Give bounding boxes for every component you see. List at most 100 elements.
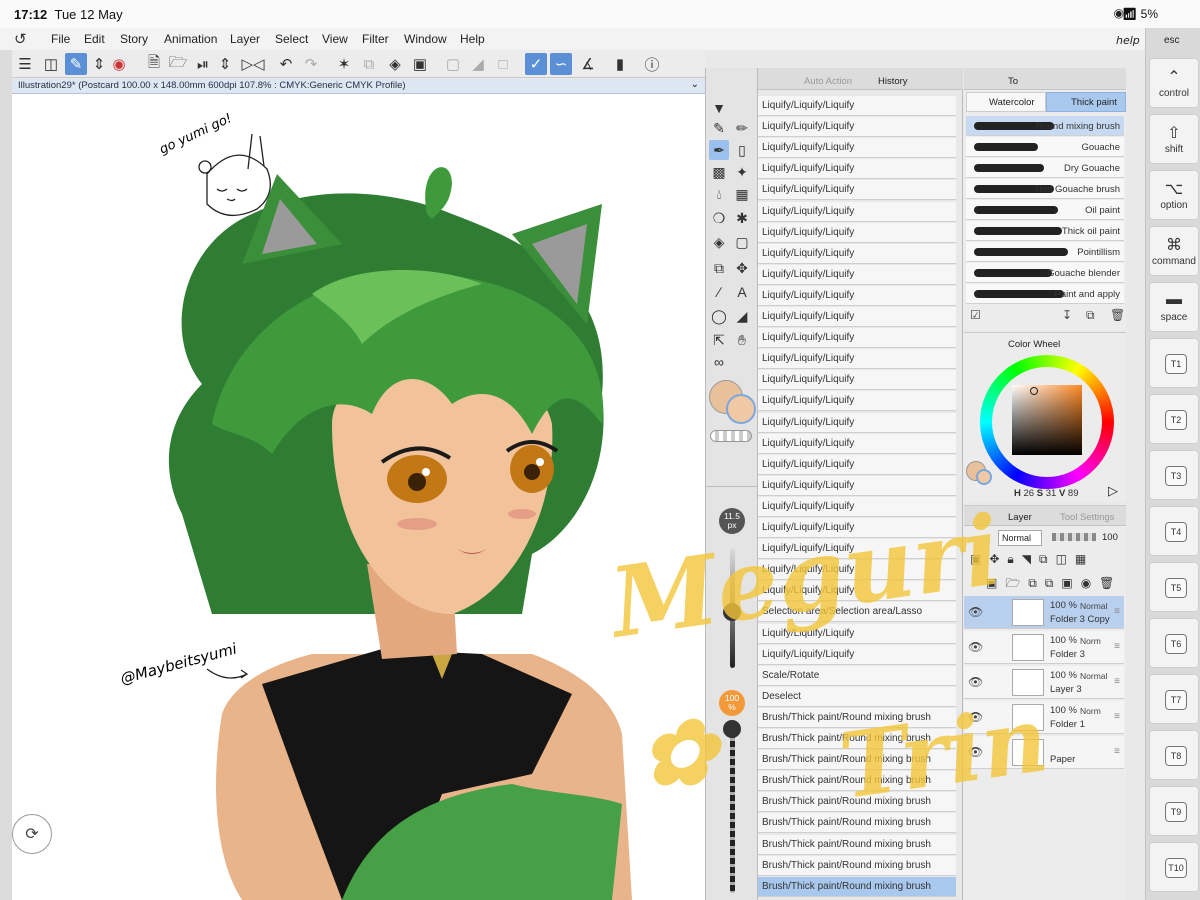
hand-tool-icon[interactable]: ✋︎ <box>732 330 752 350</box>
save-icon[interactable]: ⏯ <box>192 53 214 75</box>
history-item[interactable]: Liquify/Liquify/Liquify <box>758 307 956 327</box>
menu-story[interactable]: Story <box>120 32 148 46</box>
tab-tool[interactable]: To <box>1008 76 1018 87</box>
t-key[interactable]: T8 <box>1149 730 1199 780</box>
open-folder-icon[interactable]: 🗁︎ <box>167 53 189 75</box>
vector-icon[interactable]: ∡ <box>577 53 599 75</box>
gradient-tool-icon[interactable]: ▢ <box>732 232 752 252</box>
trash-icon[interactable]: 🗑︎ <box>1110 308 1125 322</box>
t-key[interactable]: T1 <box>1149 338 1199 388</box>
history-item[interactable]: Liquify/Liquify/Liquify <box>758 370 956 391</box>
fit-canvas-icon[interactable]: ◫ <box>40 53 62 75</box>
tab-tool-settings[interactable]: Tool Settings <box>1060 512 1114 523</box>
tab-layer[interactable]: Layer <box>1008 512 1032 523</box>
record-icon[interactable]: ◉ <box>108 53 130 75</box>
device-icon[interactable]: ▮ <box>609 53 631 75</box>
history-item[interactable]: Liquify/Liquify/Liquify <box>758 243 956 264</box>
t-key[interactable]: T5 <box>1149 562 1199 612</box>
sv-square[interactable] <box>1012 385 1082 455</box>
history-item[interactable]: Liquify/Liquify/Liquify <box>758 180 956 201</box>
play-icon[interactable]: ▷ <box>1108 483 1118 499</box>
history-item[interactable]: Brush/Thick paint/Round mixing brush <box>758 834 956 855</box>
fill-icon[interactable]: ◈ <box>384 53 406 75</box>
pencil-tool-icon[interactable]: ✏ <box>732 118 752 138</box>
stabilizer-icon[interactable]: ∽ <box>550 53 572 75</box>
history-item[interactable]: Liquify/Liquify/Liquify <box>758 475 956 496</box>
menu-edit[interactable]: Edit <box>84 32 105 46</box>
history-item[interactable]: Liquify/Liquify/Liquify <box>758 264 956 285</box>
menu-view[interactable]: View <box>322 32 348 46</box>
ruler-tool-icon[interactable]: ◢ <box>732 306 752 326</box>
brush-item[interactable]: Dry Gouache <box>966 158 1124 178</box>
text-tool-icon[interactable]: A <box>732 282 752 302</box>
brush-item[interactable]: Gouache blender <box>966 263 1124 283</box>
command-key[interactable]: ⌘ command <box>1149 226 1199 276</box>
blend-tool-icon[interactable]: 💧︎ <box>709 184 729 204</box>
history-item[interactable]: Liquify/Liquify/Liquify <box>758 328 956 349</box>
sparkle-tool-icon[interactable]: ✦ <box>732 162 752 182</box>
balloon-tool-icon[interactable]: ◯ <box>709 306 729 326</box>
checkbox-icon[interactable]: ☑ <box>970 308 981 322</box>
duplicate-icon[interactable]: ⧉ <box>1086 308 1095 323</box>
sub-color-swatch[interactable] <box>726 394 756 424</box>
brush-item[interactable]: Paint and apply <box>966 284 1124 304</box>
drag-handle-icon[interactable]: ≡ <box>1114 746 1120 757</box>
drawing-canvas[interactable]: go yumi go! @Maybeitsyumi ⟳ <box>12 94 705 900</box>
hamburger-menu-icon[interactable]: ☰ <box>14 53 36 75</box>
history-item[interactable]: Brush/Thick paint/Round mixing brush <box>758 876 956 897</box>
brush-item[interactable]: Pointillism <box>966 242 1124 262</box>
history-item[interactable]: Liquify/Liquify/Liquify <box>758 285 956 306</box>
history-item[interactable]: Liquify/Liquify/Liquify <box>758 349 956 370</box>
menu-select[interactable]: Select <box>275 32 308 46</box>
canvas-tab-title[interactable]: Illustration29* (Postcard 100.00 x 148.0… <box>18 80 406 91</box>
move-tool-icon[interactable]: ✥ <box>732 258 752 278</box>
menu-animation[interactable]: Animation <box>164 32 217 46</box>
history-item[interactable]: Liquify/Liquify/Liquify <box>758 412 956 433</box>
operation-tool-icon[interactable]: ⇱ <box>709 330 729 350</box>
history-item[interactable]: Liquify/Liquify/Liquify <box>758 117 956 138</box>
transform-icon[interactable]: ▣ <box>409 53 431 75</box>
drag-handle-icon[interactable]: ≡ <box>1114 606 1120 617</box>
grid-tool-icon[interactable]: ▦ <box>732 184 752 204</box>
brush-item[interactable]: Oil paint <box>966 200 1124 220</box>
menu-file[interactable]: File <box>51 32 70 46</box>
menu-window[interactable]: Window <box>404 32 447 46</box>
brush-item[interactable]: Gouache <box>966 137 1124 157</box>
drag-handle-icon[interactable]: ≡ <box>1114 711 1120 722</box>
blend-mode-select[interactable]: Normal <box>998 530 1042 546</box>
menu-filter[interactable]: Filter <box>362 32 389 46</box>
t-key[interactable]: T7 <box>1149 674 1199 724</box>
history-item[interactable]: Liquify/Liquify/Liquify <box>758 138 956 159</box>
help-icon[interactable]: ⓘ <box>641 53 663 75</box>
eye-icon[interactable]: 👁︎ <box>968 640 983 654</box>
tab-auto-action[interactable]: Auto Action <box>804 76 852 87</box>
group-watercolor[interactable]: Watercolor <box>966 92 1046 112</box>
flip-icon[interactable]: ▷◁ <box>241 53 264 75</box>
copy-icon[interactable]: ⧉ <box>358 53 380 75</box>
history-item[interactable]: Scale/Rotate <box>758 665 956 686</box>
help-label[interactable]: help <box>1116 34 1140 47</box>
decoration-tool-icon[interactable]: ▩ <box>709 162 729 182</box>
undo-icon[interactable]: ↶ <box>275 53 297 75</box>
t-key[interactable]: T9 <box>1149 786 1199 836</box>
invert-selection-icon[interactable]: □ <box>492 53 514 75</box>
eraser-tool-icon[interactable]: ▯ <box>732 140 752 160</box>
brush-item[interactable]: Thin Gouache brush <box>966 179 1124 199</box>
opacity-slider-bar[interactable] <box>1052 533 1096 541</box>
line-tool-icon[interactable]: ∕ <box>709 282 729 302</box>
menu-layer[interactable]: Layer <box>230 32 260 46</box>
brush-item[interactable]: Round mixing brush <box>966 116 1124 136</box>
brush-tool-icon[interactable]: ✒ <box>709 140 729 160</box>
history-item[interactable]: Liquify/Liquify/Liquify <box>758 201 956 222</box>
t-key[interactable]: T3 <box>1149 450 1199 500</box>
layer-opacity-value[interactable]: 100 <box>1102 532 1118 543</box>
t-key[interactable]: T4 <box>1149 506 1199 556</box>
deselect-icon[interactable]: ▢ <box>442 53 464 75</box>
chevron-down-icon[interactable]: ⌄ <box>691 79 699 90</box>
eye-icon[interactable]: 👁︎ <box>968 675 983 689</box>
magic-wand-icon[interactable]: ✱ <box>732 208 752 228</box>
redo-icon[interactable]: ↷ <box>300 53 322 75</box>
clear-icon[interactable]: ◢ <box>467 53 489 75</box>
transparent-color-swatch[interactable] <box>710 430 752 442</box>
download-icon[interactable]: ▼ <box>709 98 729 118</box>
